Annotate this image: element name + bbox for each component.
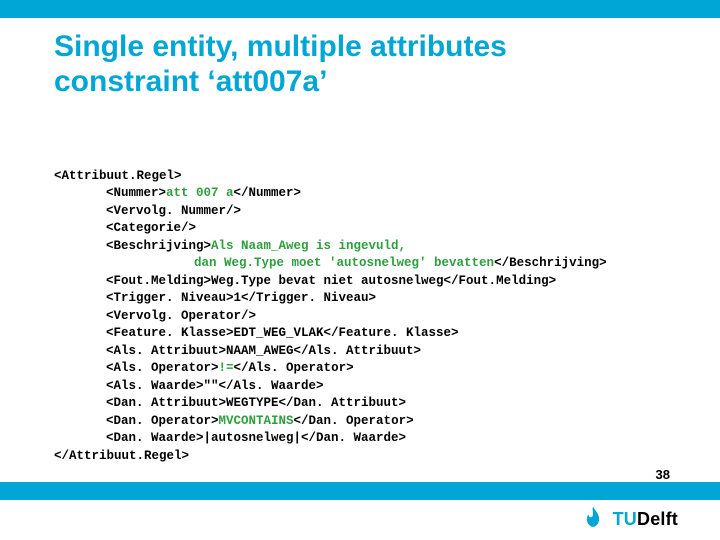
- tudelft-logo: TUDelft: [579, 504, 678, 534]
- code-l7: <Trigger. Niveau>1</Trigger. Niveau>: [106, 291, 376, 305]
- code-l4-open: <Beschrijving>: [106, 239, 211, 253]
- code-l14-val: MVCONTAINS: [219, 414, 294, 428]
- code-l11-open: <Als. Operator>: [106, 361, 219, 375]
- logo-text: TUDelft: [613, 509, 678, 530]
- code-l11-close: </Als. Operator>: [234, 361, 354, 375]
- code-l1-open: <Nummer>: [106, 186, 166, 200]
- code-l14-close: </Dan. Operator>: [294, 414, 414, 428]
- code-l12: <Als. Waarde>""</Als. Waarde>: [106, 379, 324, 393]
- code-l5-val: dan Weg.Type moet 'autosnelweg' bevatten: [194, 256, 494, 270]
- code-l9: <Feature. Klasse>EDT_WEG_VLAK</Feature. …: [106, 326, 459, 340]
- code-l4-val: Als Naam_Aweg is ingevuld,: [211, 239, 406, 253]
- code-l11-val: !=: [219, 361, 234, 375]
- code-l1-close: </Nummer>: [234, 186, 302, 200]
- code-l2: <Vervolg. Nummer/>: [106, 204, 241, 218]
- title-line-2: constraint ‘att007a’: [54, 65, 327, 98]
- code-l0: <Attribuut.Regel>: [54, 169, 182, 183]
- title-line-1: Single entity, multiple attributes: [54, 30, 507, 63]
- top-accent-bar: [0, 0, 720, 18]
- slide: Single entity, multiple attributes const…: [0, 0, 720, 540]
- code-l5-close: </Beschrijving>: [494, 256, 607, 270]
- code-l3: <Categorie/>: [106, 221, 196, 235]
- code-l15: <Dan. Waarde>|autosnelweg|</Dan. Waarde>: [106, 431, 406, 445]
- code-l6: <Fout.Melding>Weg.Type bevat niet autosn…: [106, 274, 556, 288]
- code-block: <Attribuut.Regel> <Nummer>att 007 a</Num…: [54, 150, 690, 465]
- slide-title: Single entity, multiple attributes const…: [54, 30, 680, 99]
- code-l1-val: att 007 a: [166, 186, 234, 200]
- code-l8: <Vervolg. Operator/>: [106, 309, 256, 323]
- code-l16: </Attribuut.Regel>: [54, 449, 189, 463]
- code-l13: <Dan. Attribuut>WEGTYPE</Dan. Attribuut>: [106, 396, 406, 410]
- flame-icon: [579, 505, 607, 533]
- bottom-accent-bar: [0, 482, 720, 500]
- code-l14-open: <Dan. Operator>: [106, 414, 219, 428]
- logo-word: Delft: [637, 509, 678, 529]
- page-number: 38: [656, 467, 670, 482]
- code-l10: <Als. Attribuut>NAAM_AWEG</Als. Attribuu…: [106, 344, 421, 358]
